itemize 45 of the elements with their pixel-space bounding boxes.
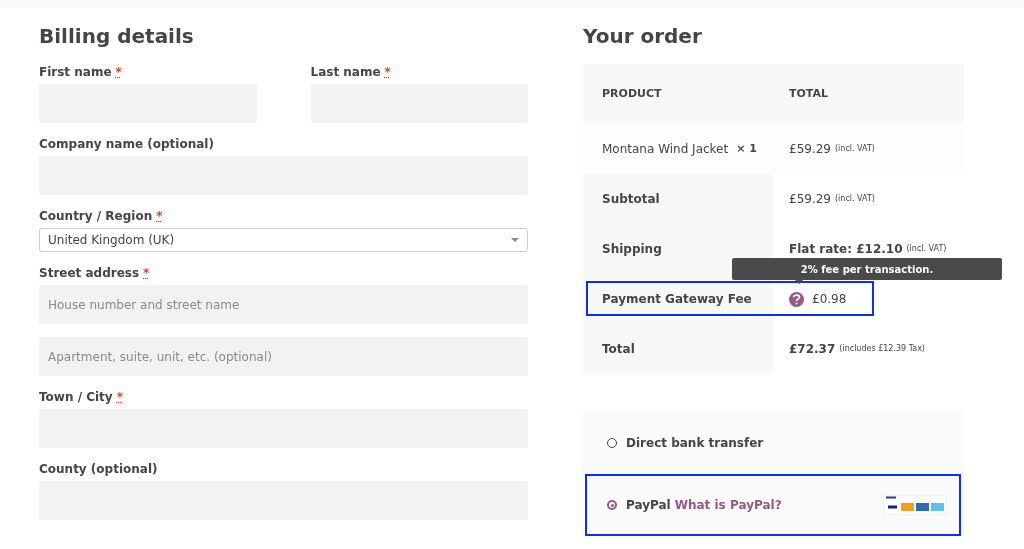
tooltip: 2% fee per transaction.: [732, 258, 1002, 280]
row-label: Payment Gateway Fee: [602, 291, 752, 308]
field-label: Country / Region: [39, 208, 153, 224]
required-mark: *: [143, 265, 150, 281]
required-mark: *: [115, 64, 122, 80]
row-label: Total: [602, 341, 635, 358]
required-mark: *: [156, 208, 163, 224]
section-title: Billing details: [39, 23, 195, 50]
payment-method-label: Direct bank transfer: [626, 435, 764, 452]
tax-note: (incl. VAT): [906, 243, 947, 255]
column-header: PRODUCT: [601, 85, 663, 102]
country-dropdown[interactable]: United Kingdom (UK): [39, 228, 528, 252]
amount: Flat rate: £12.10: [789, 241, 903, 258]
field-label: Last name: [310, 64, 381, 80]
field-label: First name: [39, 64, 112, 80]
field-label: Street address: [39, 265, 140, 281]
radio-button[interactable]: [607, 500, 617, 510]
required-mark: *: [116, 389, 123, 405]
amount: £0.98: [812, 291, 847, 308]
payment-method-label: PayPal: [626, 497, 671, 514]
payment-option-highlight[interactable]: PayPal What is PayPal?: [585, 474, 961, 536]
field-label: County (optional): [39, 461, 158, 477]
paypal-info-link[interactable]: What is PayPal?: [674, 496, 782, 514]
radio-button[interactable]: [607, 438, 617, 448]
tax-note: (includes £12.39 Tax): [839, 343, 925, 355]
caret-icon: [511, 238, 519, 242]
product-quantity: × 1: [736, 140, 757, 157]
amount: £72.37: [789, 341, 836, 358]
amount: £59.29: [789, 141, 831, 158]
help-icon: [789, 291, 804, 307]
payment-option[interactable]: Direct bank transfer: [585, 412, 961, 474]
input-field[interactable]: House number and street name: [39, 285, 528, 324]
input-field[interactable]: Apartment, suite, unit, etc. (optional): [39, 337, 528, 376]
row-label: Subtotal: [602, 191, 660, 208]
required-mark: *: [384, 64, 391, 80]
row-label: Shipping: [602, 241, 662, 258]
tax-note: (incl. VAT): [835, 193, 875, 205]
tax-note: (incl. VAT): [835, 143, 875, 155]
product-name: Montana Wind Jacket: [602, 141, 729, 158]
amount: £59.29: [789, 191, 831, 208]
tooltip-arrow-icon: [795, 280, 803, 284]
section-title: Your order: [583, 23, 703, 50]
column-header: TOTAL: [788, 85, 830, 102]
field-label: Town / City: [39, 389, 113, 405]
field-label: Company name (optional): [39, 136, 214, 152]
